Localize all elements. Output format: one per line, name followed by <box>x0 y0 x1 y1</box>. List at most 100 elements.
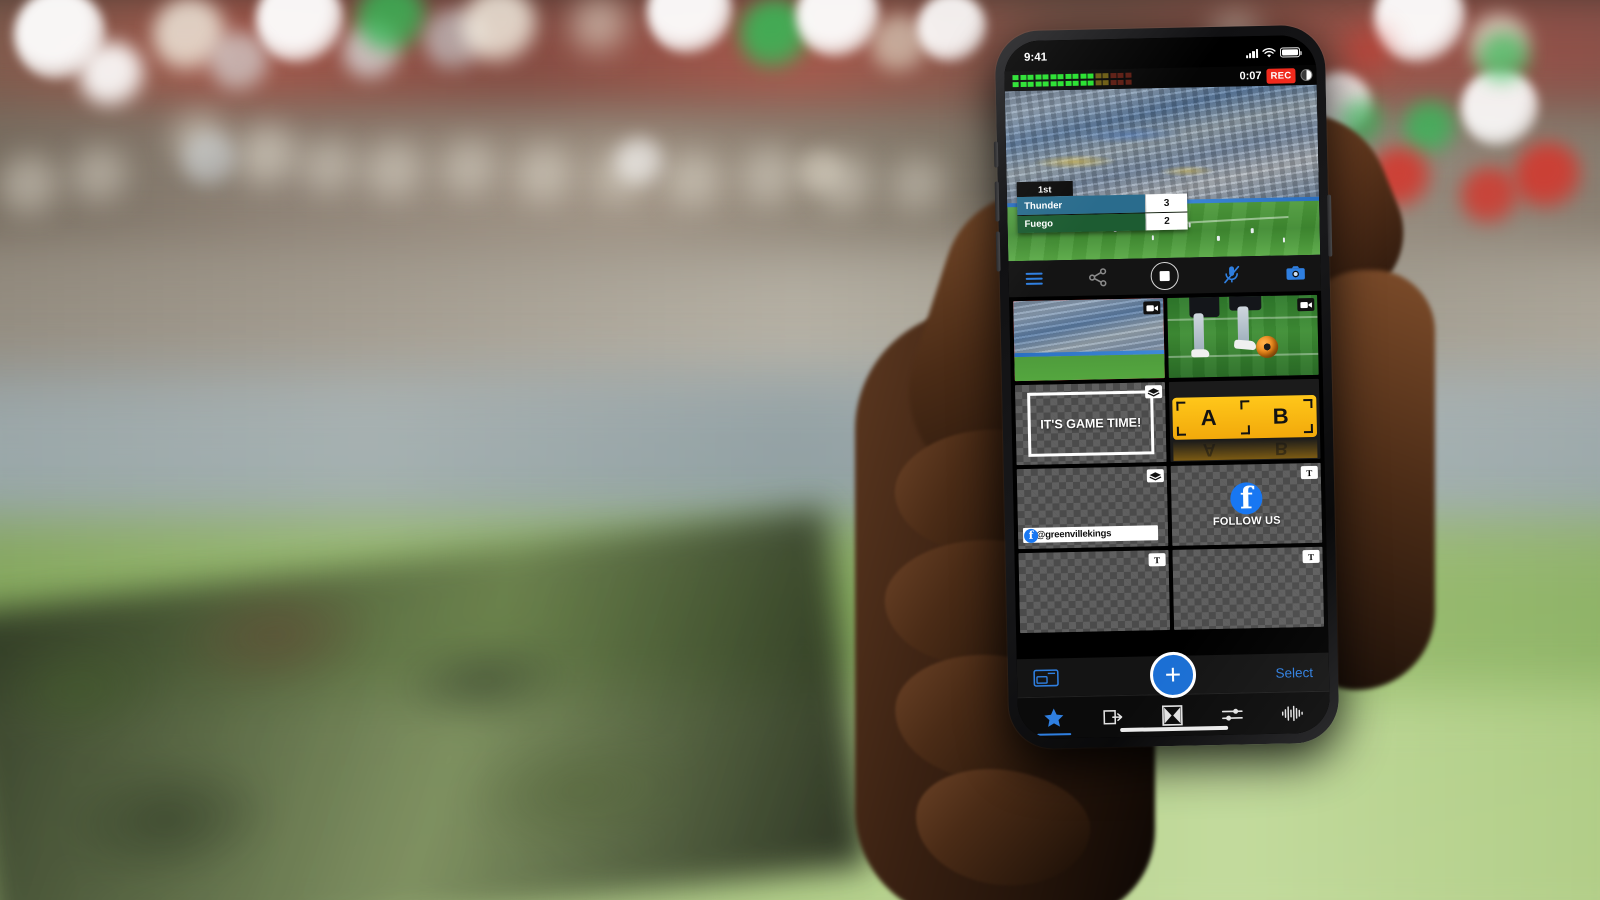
bokeh-light <box>79 42 145 108</box>
text-badge-icon: T <box>1302 549 1320 564</box>
active-tab-indicator <box>1037 732 1072 736</box>
phone-screen: 9:41 0:07 REC 1st Thunder 3 Fuego 2 IT'S… <box>1003 34 1331 740</box>
media-tile-scorebug-graphic[interactable]: A B A B <box>1168 378 1321 462</box>
select-button[interactable]: Select <box>1275 665 1313 681</box>
crop-handle-top-middle[interactable] <box>1240 400 1250 410</box>
media-tile-follow-us[interactable]: f FOLLOW US T <box>1170 462 1323 546</box>
reflection-a: A <box>1202 439 1217 461</box>
rec-badge: REC <box>1266 67 1296 84</box>
media-tile-empty-text-1[interactable]: T <box>1018 550 1171 634</box>
crop-handle-top-left[interactable] <box>1176 401 1186 411</box>
bokeh-light <box>237 125 299 187</box>
social-handle-text: @greenvillekings <box>1035 528 1112 541</box>
scorebug-reflection: A B <box>1173 437 1318 461</box>
media-tile-video-stadium[interactable] <box>1013 298 1165 382</box>
scoreboard-row-away: Fuego 2 <box>1017 211 1188 234</box>
home-team-name: Thunder <box>1016 194 1146 216</box>
bokeh-light <box>0 155 61 217</box>
scorebug-label-b: B <box>1272 403 1289 429</box>
stop-record-button[interactable] <box>1150 261 1179 291</box>
record-timer: 0:07 <box>1239 69 1262 83</box>
tab-favorites[interactable] <box>1037 701 1072 736</box>
live-preview[interactable]: 1st Thunder 3 Fuego 2 <box>1004 84 1321 262</box>
scoreboard-period: 1st <box>1016 180 1073 198</box>
bokeh-light <box>210 32 270 92</box>
bokeh-light <box>71 147 129 205</box>
text-badge-icon: T <box>1300 465 1318 480</box>
bokeh-light <box>740 148 800 208</box>
mute-switch[interactable] <box>993 141 999 168</box>
bokeh-light <box>1345 29 1391 75</box>
game-time-text: IT'S GAME TIME! <box>1040 415 1142 432</box>
away-team-score: 2 <box>1145 212 1188 231</box>
video-camera-icon <box>1297 297 1315 312</box>
tab-bar <box>1017 690 1331 740</box>
bokeh-light <box>441 141 499 199</box>
signal-bars-icon <box>1245 48 1259 58</box>
waveform-icon <box>1282 705 1304 721</box>
transition-icon <box>1161 705 1183 726</box>
microphone-muted-icon[interactable] <box>1220 263 1242 285</box>
crop-handle-bottom-left[interactable] <box>1176 426 1187 436</box>
bokeh-light <box>1514 142 1582 210</box>
bokeh-light <box>515 146 575 206</box>
storage-dial-icon <box>1300 68 1313 82</box>
game-time-frame: IT'S GAME TIME! <box>1027 390 1155 457</box>
bokeh-light <box>365 142 425 202</box>
crop-handle-bottom-right[interactable] <box>1303 423 1313 434</box>
tab-settings[interactable] <box>1220 699 1243 723</box>
bokeh-light <box>616 138 664 186</box>
status-time: 9:41 <box>1023 51 1048 64</box>
layers-icon <box>1144 385 1163 399</box>
bokeh-light <box>1478 32 1530 84</box>
star-icon <box>1044 708 1064 727</box>
wifi-icon <box>1262 47 1276 57</box>
sliders-icon <box>1221 708 1243 721</box>
home-team-score: 3 <box>1144 193 1188 213</box>
bokeh-light <box>666 153 724 211</box>
picture-in-picture-icon[interactable] <box>1033 667 1059 688</box>
text-badge-icon: T <box>1148 553 1166 567</box>
bokeh-light <box>302 140 358 196</box>
reflection-b: B <box>1274 438 1289 459</box>
tab-audio[interactable] <box>1281 698 1305 722</box>
phone-device: 9:41 0:07 REC 1st Thunder 3 Fuego 2 IT'S… <box>993 24 1340 750</box>
tab-transition[interactable] <box>1161 699 1184 726</box>
transparency-checker <box>1018 550 1171 634</box>
scoreboard-overlay[interactable]: 1st Thunder 3 Fuego 2 <box>1016 179 1188 234</box>
output-arrow-icon <box>1103 709 1123 725</box>
video-camera-icon <box>1143 301 1161 315</box>
facebook-logo-icon: f <box>1230 481 1263 515</box>
bokeh-light <box>183 133 237 187</box>
volume-up-button[interactable] <box>994 181 1000 222</box>
away-team-name: Fuego <box>1017 213 1146 234</box>
thumbnail-stadium <box>1013 298 1165 382</box>
media-tile-game-time-graphic[interactable]: IT'S GAME TIME! <box>1014 382 1167 466</box>
thumbnail-player <box>1167 294 1319 378</box>
media-grid[interactable]: IT'S GAME TIME! A B A B f @greenvillekin… <box>1009 290 1329 660</box>
volume-down-button[interactable] <box>995 231 1001 272</box>
camera-icon[interactable] <box>1284 262 1306 284</box>
add-media-button[interactable]: + <box>1149 651 1197 699</box>
capture-control-bar <box>1008 254 1322 298</box>
media-action-bar: + Select <box>1016 651 1330 699</box>
tab-output[interactable] <box>1102 700 1125 726</box>
share-icon[interactable] <box>1086 266 1108 288</box>
crop-handle-top-right[interactable] <box>1303 398 1313 409</box>
media-tile-handle-lower-third[interactable]: f @greenvillekings <box>1016 466 1169 550</box>
bokeh-light <box>1461 167 1519 225</box>
layers-icon <box>1146 469 1164 483</box>
scoreboard-row-home: Thunder 3 <box>1016 193 1188 216</box>
media-tile-video-player[interactable] <box>1167 294 1319 378</box>
hamburger-icon[interactable] <box>1022 268 1044 290</box>
transparency-checker <box>1172 546 1325 630</box>
follow-us-card: f FOLLOW US <box>1171 463 1323 546</box>
battery-full-icon <box>1279 47 1301 58</box>
media-tile-empty-text-2[interactable]: T <box>1172 546 1325 630</box>
lower-third-bar: f @greenvillekings <box>1022 525 1159 544</box>
bokeh-light <box>798 150 842 194</box>
crop-handle-bottom-middle[interactable] <box>1240 425 1251 435</box>
scorebug-label-a: A <box>1200 404 1217 431</box>
audio-level-meter <box>1012 72 1132 87</box>
follow-us-text: FOLLOW US <box>1212 514 1281 528</box>
